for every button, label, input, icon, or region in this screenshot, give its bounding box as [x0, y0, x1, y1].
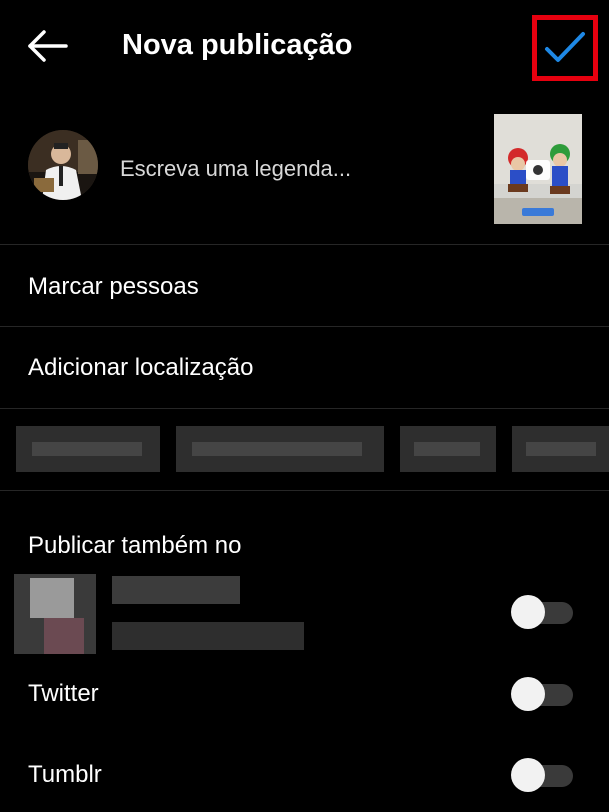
tag-people-option[interactable]: Marcar pessoas: [28, 272, 199, 302]
share-heading: Publicar também no: [28, 532, 242, 559]
divider: [0, 490, 609, 491]
toggle-knob: [511, 677, 545, 711]
top-bar: Nova publicação: [0, 0, 609, 92]
location-suggestions: [0, 422, 609, 474]
confirm-button[interactable]: [532, 15, 598, 81]
caption-input[interactable]: [120, 154, 460, 184]
location-suggestion-chip[interactable]: [400, 426, 496, 472]
account-avatar: [14, 574, 96, 654]
tumblr-toggle[interactable]: [511, 757, 573, 793]
divider: [0, 326, 609, 327]
page-title: Nova publicação: [122, 29, 353, 61]
add-location-option[interactable]: Adicionar localização: [28, 353, 253, 383]
checkmark-icon: [545, 32, 585, 62]
divider: [0, 244, 609, 245]
avatar: [28, 130, 98, 200]
location-suggestion-chip[interactable]: [512, 426, 609, 472]
location-suggestion-chip[interactable]: [16, 426, 160, 472]
share-account-toggle[interactable]: [511, 594, 573, 630]
share-account-row: [0, 570, 609, 656]
account-name-redacted: [112, 576, 240, 604]
share-twitter-label: Twitter: [28, 680, 99, 707]
twitter-toggle[interactable]: [511, 676, 573, 712]
post-thumbnail[interactable]: [494, 114, 582, 224]
toggle-knob: [511, 758, 545, 792]
location-suggestion-chip[interactable]: [176, 426, 384, 472]
back-button[interactable]: [22, 26, 70, 66]
toggle-knob: [511, 595, 545, 629]
account-detail-redacted: [112, 622, 304, 650]
divider: [0, 408, 609, 409]
caption-row: [0, 106, 609, 242]
share-tumblr-label: Tumblr: [28, 761, 102, 788]
arrow-left-icon: [28, 30, 68, 62]
